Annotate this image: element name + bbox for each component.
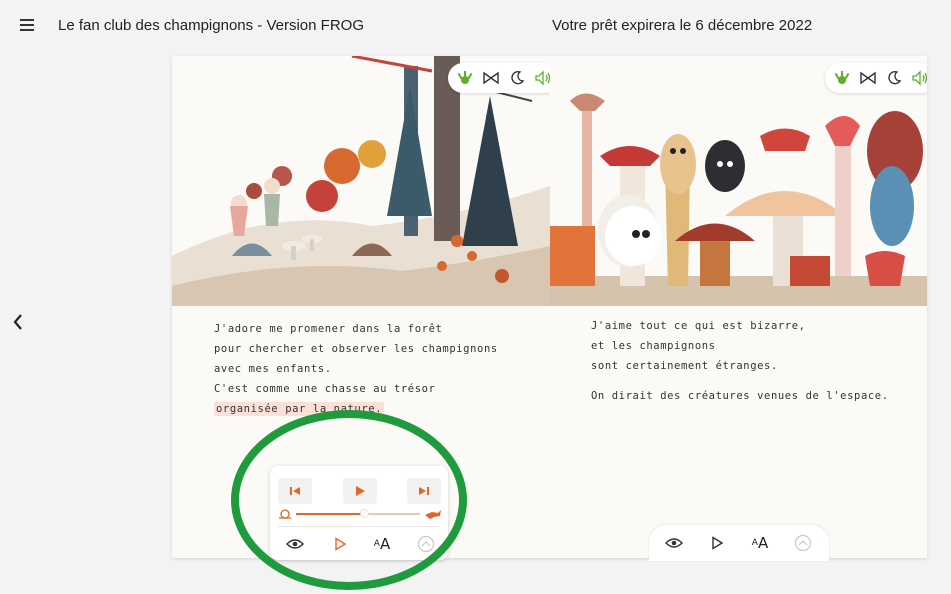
frog-hand-icon[interactable]: [456, 69, 474, 87]
text-line: J'adore me promener dans la forêt: [214, 323, 443, 335]
bowtie-icon[interactable]: [482, 69, 500, 87]
book-title: Le fan club des champignons - Version FR…: [58, 17, 364, 34]
skip-next-button[interactable]: [407, 478, 441, 504]
chevron-left-icon[interactable]: [10, 312, 26, 332]
moon-icon[interactable]: [885, 69, 903, 87]
audio-player-panel: AA: [270, 466, 448, 560]
skip-next-icon: [419, 487, 429, 495]
fox-icon: [425, 510, 441, 519]
text-line: On dirait des créatures venues de l'espa…: [591, 390, 889, 402]
left-page-text: J'adore me promener dans la forêt pour c…: [214, 319, 498, 419]
text-line: pour chercher et observer les champignon…: [214, 343, 498, 355]
text-line: J'aime tout ce qui est bizarre,: [591, 320, 806, 332]
highlighted-text-line: organisée par la nature.: [214, 402, 385, 416]
play-icon: [356, 486, 365, 496]
text-size-icon[interactable]: AA: [749, 533, 771, 553]
speed-knob[interactable]: [360, 509, 370, 518]
text-line: sont certainement étranges.: [591, 360, 778, 372]
play-outline-icon[interactable]: [706, 533, 728, 553]
text-size-icon[interactable]: AA: [371, 534, 393, 554]
play-button[interactable]: [343, 478, 377, 504]
reading-speed-slider[interactable]: [278, 508, 442, 520]
text-line: et les champignons: [591, 340, 716, 352]
skip-previous-button[interactable]: [278, 478, 312, 504]
speed-fill: [296, 513, 365, 515]
moon-icon[interactable]: [508, 69, 526, 87]
disabled-circle-icon[interactable]: [792, 533, 814, 553]
page-tools-right: [825, 63, 927, 93]
page-toolbar-right: AA: [649, 525, 829, 561]
bowtie-icon[interactable]: [859, 69, 877, 87]
reader-app: Le fan club des champignons - Version FR…: [0, 0, 951, 594]
top-bar: Le fan club des champignons - Version FR…: [10, 8, 950, 44]
eye-icon[interactable]: [663, 533, 685, 553]
page-tools-left: [448, 63, 560, 93]
mushroom-creatures-illustration: [550, 56, 927, 306]
forest-illustration: [172, 56, 550, 306]
skip-previous-icon: [290, 487, 300, 495]
hamburger-icon[interactable]: [16, 16, 38, 36]
right-page: J'aime tout ce qui est bizarre, et les c…: [550, 56, 927, 558]
right-page-text: J'aime tout ce qui est bizarre, et les c…: [591, 316, 889, 406]
eye-icon[interactable]: [284, 534, 306, 554]
speaker-icon[interactable]: [911, 69, 927, 87]
play-outline-icon[interactable]: [329, 534, 351, 554]
loan-expiry-notice: Votre prêt expirera le 6 décembre 2022: [552, 17, 813, 34]
frog-hand-icon[interactable]: [833, 69, 851, 87]
text-line: C'est comme une chasse au trésor: [214, 383, 436, 395]
disabled-circle-icon[interactable]: [415, 534, 437, 554]
snail-icon: [279, 509, 291, 519]
text-line: avec mes enfants.: [214, 363, 332, 375]
